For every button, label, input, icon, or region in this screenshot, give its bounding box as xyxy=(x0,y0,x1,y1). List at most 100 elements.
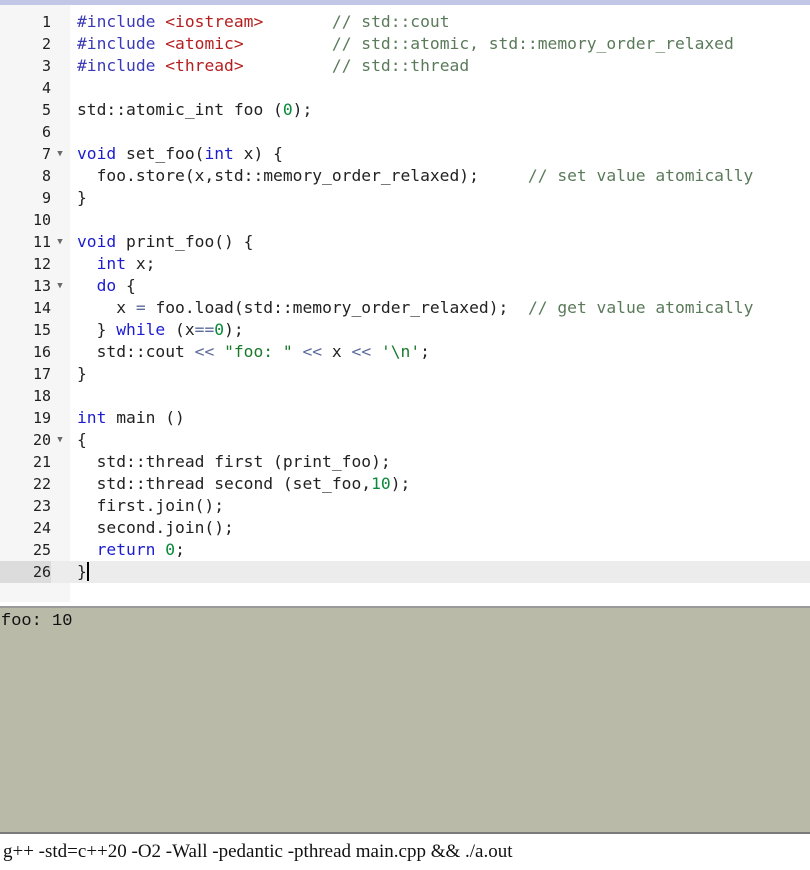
code-token: ; xyxy=(420,342,430,361)
code-keyword: int xyxy=(96,254,127,273)
code-line[interactable]: 14 x = foo.load(std::memory_order_relaxe… xyxy=(0,297,810,319)
code-token: } xyxy=(77,188,87,207)
code-line[interactable]: 15 } while (x==0); xyxy=(0,319,810,341)
fold-arrow-icon[interactable]: ▼ xyxy=(53,231,67,253)
code-line[interactable]: 3 #include <thread> // std::thread xyxy=(0,55,810,77)
code-token: ); xyxy=(390,474,411,493)
code-token: std::thread first (print_foo); xyxy=(77,452,391,471)
code-line[interactable]: 4 xyxy=(0,77,810,99)
code-line[interactable]: 12 int x; xyxy=(0,253,810,275)
code-line[interactable]: 24 second.join(); xyxy=(0,517,810,539)
code-comment: // get value atomically xyxy=(527,298,754,317)
code-keyword: do xyxy=(96,276,117,295)
code-token: main () xyxy=(106,408,185,427)
code-line[interactable]: 13 ▼ do { xyxy=(0,275,810,297)
code-keyword: int xyxy=(204,144,234,163)
fold-arrow-icon[interactable]: ▼ xyxy=(53,143,67,165)
code-line[interactable]: 10 xyxy=(0,209,810,231)
code-line[interactable]: 2 #include <atomic> // std::atomic, std::… xyxy=(0,33,810,55)
code-line[interactable]: 23 first.join(); xyxy=(0,495,810,517)
code-text: } while (x==0); xyxy=(77,319,244,341)
line-number: 18 xyxy=(32,387,51,405)
code-line[interactable]: 1 #include <iostream> // std::cout xyxy=(0,11,810,33)
line-number: 12 xyxy=(32,255,51,273)
code-token: <thread> xyxy=(165,56,244,75)
code-line[interactable]: 6 xyxy=(0,121,810,143)
code-line[interactable]: 8 foo.store(x,std::memory_order_relaxed)… xyxy=(0,165,810,187)
fold-arrow-icon[interactable]: ▼ xyxy=(53,429,67,451)
line-number: 14 xyxy=(32,299,51,317)
code-keyword: void xyxy=(77,232,117,251)
code-line[interactable]: 7 ▼ void set_foo(int x) { xyxy=(0,143,810,165)
code-token: #include xyxy=(77,34,166,53)
code-token: x xyxy=(322,342,352,361)
code-line[interactable]: 16 std::cout << "foo: " << x << '\n'; xyxy=(0,341,810,363)
code-token: } xyxy=(77,320,117,339)
line-number: 2 xyxy=(41,35,51,53)
code-text: #include <iostream> // std::cout xyxy=(77,11,450,33)
line-number: 17 xyxy=(32,365,51,383)
code-keyword: void xyxy=(77,144,117,163)
code-line[interactable]: 5 std::atomic_int foo (0); xyxy=(0,99,810,121)
line-number: 6 xyxy=(41,123,51,141)
code-comment: // std::atomic, std::memory_order_relaxe… xyxy=(331,34,734,53)
code-line[interactable]: 22 std::thread second (set_foo,10); xyxy=(0,473,810,495)
code-line[interactable]: 19 int main () xyxy=(0,407,810,429)
code-line[interactable]: 20 ▼ { xyxy=(0,429,810,451)
code-token: ); xyxy=(292,100,313,119)
line-number: 8 xyxy=(41,167,51,185)
line-number: 23 xyxy=(32,497,51,515)
code-line[interactable]: 26} xyxy=(0,561,810,583)
code-line[interactable]: 17} xyxy=(0,363,810,385)
code-token: print_foo() { xyxy=(116,232,254,251)
code-token: == xyxy=(194,320,215,339)
code-token: std::atomic_int foo ( xyxy=(77,100,283,119)
code-token: << xyxy=(302,342,323,361)
line-number: 5 xyxy=(41,101,51,119)
text-caret xyxy=(86,562,89,581)
code-text: { xyxy=(77,429,87,451)
line-number: 10 xyxy=(32,211,51,229)
output-panel: foo: 10 xyxy=(0,608,810,832)
line-number: 3 xyxy=(41,57,51,75)
code-token: 10 xyxy=(371,474,391,493)
line-number: 25 xyxy=(32,541,51,559)
code-line[interactable]: 11 ▼ void print_foo() { xyxy=(0,231,810,253)
code-token: (x xyxy=(165,320,195,339)
code-text: int main () xyxy=(77,407,185,429)
code-token: ; xyxy=(175,540,185,559)
code-line[interactable]: 21 std::thread first (print_foo); xyxy=(0,451,810,473)
code-token: foo.store(x,std::memory_order_relaxed); xyxy=(77,166,528,185)
code-text: std::cout << "foo: " << x << '\n'; xyxy=(77,341,430,363)
code-token: = xyxy=(135,298,146,317)
code-line[interactable]: 18 xyxy=(0,385,810,407)
line-number: 1 xyxy=(41,13,51,31)
code-token: x; xyxy=(126,254,156,273)
code-editor[interactable]: 1 #include <iostream> // std::cout2 #inclu… xyxy=(0,5,810,602)
code-line[interactable]: 25 return 0; xyxy=(0,539,810,561)
line-number: 24 xyxy=(32,519,51,537)
code-text: std::thread first (print_foo); xyxy=(77,451,391,473)
code-token: } xyxy=(77,562,87,581)
code-token: std::cout xyxy=(77,342,195,361)
code-line[interactable]: 9} xyxy=(0,187,810,209)
line-number: 11 xyxy=(32,233,51,251)
code-text: } xyxy=(77,561,89,583)
code-text: second.join(); xyxy=(77,517,234,539)
code-token: { xyxy=(116,276,136,295)
code-token: 0 xyxy=(282,100,293,119)
code-text: } xyxy=(77,187,87,209)
code-comment: // std::cout xyxy=(331,12,450,31)
code-token: x xyxy=(77,298,136,317)
compile-command-input[interactable] xyxy=(3,837,803,867)
code-token: first.join(); xyxy=(77,496,225,515)
code-text: x = foo.load(std::memory_order_relaxed);… xyxy=(77,297,753,319)
code-text: #include <atomic> // std::atomic, std::m… xyxy=(77,33,734,55)
fold-arrow-icon[interactable]: ▼ xyxy=(53,275,67,297)
line-number: 4 xyxy=(41,79,51,97)
